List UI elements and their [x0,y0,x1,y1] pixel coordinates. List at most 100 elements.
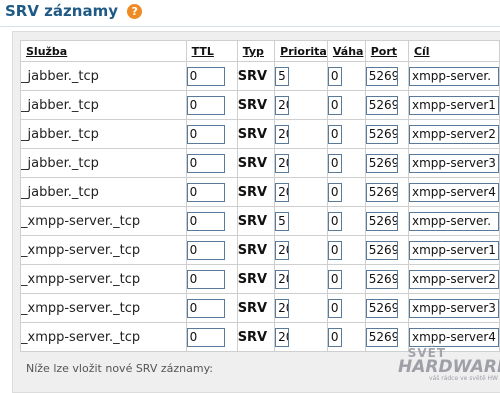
target-cell: xmpp-server. [408,62,500,91]
priority-input[interactable]: 5 [275,66,290,86]
srv-records-table: Služba TTL Typ Priorita Váha Port Cíl _j… [20,40,500,352]
priority-cell: 20 [275,91,328,120]
table-row: _jabber._tcp 0 SRV 5 0 5269 xmpp-server. [20,62,500,91]
priority-input[interactable]: 20 [275,182,290,202]
weight-input[interactable]: 0 [327,240,342,260]
priority-input[interactable]: 20 [275,269,290,289]
ttl-input[interactable]: 0 [186,211,225,231]
weight-cell: 0 [327,91,366,120]
weight-cell: 0 [327,120,366,149]
priority-input[interactable]: 20 [275,153,290,173]
column-header-type: Typ [237,40,276,62]
service-cell: _jabber._tcp [20,149,187,178]
weight-input[interactable]: 0 [327,124,342,144]
table-row: _jabber._tcp0SRV2005269xmpp-server1 [20,91,500,120]
target-input[interactable]: xmpp-server. [408,211,499,231]
target-input[interactable]: xmpp-server4 [408,327,499,347]
target-input[interactable]: xmpp-server2 [408,124,499,144]
priority-input[interactable]: 20 [275,124,290,144]
type-cell: SRV [237,149,276,178]
help-icon[interactable]: ? [127,4,143,19]
ttl-input[interactable]: 0 [186,298,225,318]
weight-input[interactable]: 0 [327,327,342,347]
target-cell: xmpp-server1 [408,236,500,265]
priority-input[interactable]: 20 [275,95,290,115]
target-input[interactable]: xmpp-server4 [408,182,499,202]
column-header-target: Cíl [408,40,500,62]
page-title: SRV záznamy ? [5,2,143,20]
port-cell: 5269 [365,149,409,178]
port-input[interactable]: 5269 [365,211,398,231]
target-input[interactable]: xmpp-server. [408,66,499,86]
port-input[interactable]: 5269 [365,269,398,289]
port-input[interactable]: 5269 [365,240,398,260]
weight-input[interactable]: 0 [327,182,342,202]
table-row: _xmpp-server._tcp0SRV2005269xmpp-server2 [20,265,500,294]
service-cell: _jabber._tcp [20,62,187,91]
priority-cell: 20 [275,294,328,323]
column-header-port: Port [365,40,409,62]
port-input[interactable]: 5269 [365,66,398,86]
ttl-input[interactable]: 0 [186,66,225,86]
port-cell: 5269 [365,91,409,120]
port-input[interactable]: 5269 [365,153,398,173]
ttl-input[interactable]: 0 [186,240,225,260]
service-cell: _xmpp-server._tcp [20,323,187,352]
weight-input[interactable]: 0 [327,66,342,86]
priority-cell: 20 [275,265,328,294]
ttl-input[interactable]: 0 [186,182,225,202]
port-cell: 5269 [365,236,409,265]
weight-cell: 0 [327,207,366,236]
ttl-cell: 0 [186,149,238,178]
type-cell: SRV [237,207,276,236]
type-cell: SRV [237,294,276,323]
weight-cell: 0 [327,294,366,323]
service-cell: _xmpp-server._tcp [20,265,187,294]
priority-cell: 20 [275,323,328,352]
port-input[interactable]: 5269 [365,327,398,347]
ttl-cell: 0 [186,323,238,352]
type-cell: SRV [237,323,276,352]
weight-input[interactable]: 0 [327,153,342,173]
ttl-input[interactable]: 0 [186,124,225,144]
table-row: _jabber._tcp0SRV2005269xmpp-server2 [20,120,500,149]
weight-input[interactable]: 0 [327,298,342,318]
weight-cell: 0 [327,62,366,91]
ttl-input[interactable]: 0 [186,153,225,173]
target-input[interactable]: xmpp-server3 [408,298,499,318]
priority-cell: 20 [275,149,328,178]
target-input[interactable]: xmpp-server3 [408,153,499,173]
priority-input[interactable]: 20 [275,240,290,260]
port-input[interactable]: 5269 [365,124,398,144]
weight-input[interactable]: 0 [327,211,342,231]
port-cell: 5269 [365,207,409,236]
target-input[interactable]: xmpp-server1 [408,240,499,260]
service-cell: _xmpp-server._tcp [20,294,187,323]
ttl-cell: 0 [186,178,238,207]
type-cell: SRV [237,62,276,91]
weight-input[interactable]: 0 [327,269,342,289]
table-row: _xmpp-server._tcp0SRV2005269xmpp-server3 [20,294,500,323]
table-row: _jabber._tcp0SRV2005269xmpp-server3 [20,149,500,178]
port-input[interactable]: 5269 [365,182,398,202]
priority-input[interactable]: 20 [275,298,290,318]
port-cell: 5269 [365,62,409,91]
column-header-weight: Váha [327,40,366,62]
port-input[interactable]: 5269 [365,95,398,115]
target-cell: xmpp-server2 [408,120,500,149]
service-cell: _xmpp-server._tcp [20,207,187,236]
port-input[interactable]: 5269 [365,298,398,318]
ttl-cell: 0 [186,120,238,149]
priority-input[interactable]: 20 [275,327,290,347]
priority-input[interactable]: 5 [275,211,290,231]
weight-input[interactable]: 0 [327,95,342,115]
target-cell: xmpp-server4 [408,178,500,207]
target-input[interactable]: xmpp-server1 [408,95,499,115]
type-cell: SRV [237,236,276,265]
ttl-input[interactable]: 0 [186,269,225,289]
weight-cell: 0 [327,236,366,265]
type-cell: SRV [237,120,276,149]
ttl-input[interactable]: 0 [186,327,225,347]
target-input[interactable]: xmpp-server2 [408,269,499,289]
ttl-input[interactable]: 0 [186,95,225,115]
